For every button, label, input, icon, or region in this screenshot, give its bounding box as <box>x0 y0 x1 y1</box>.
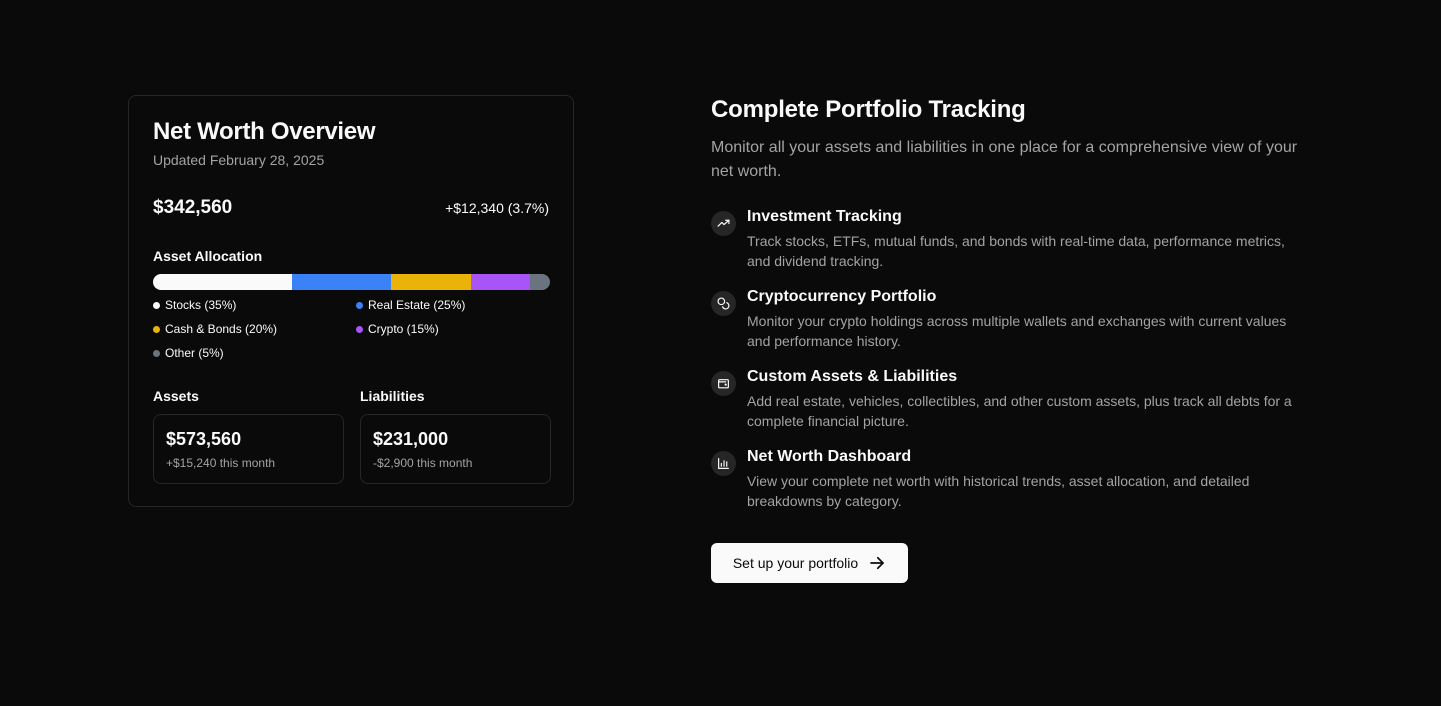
feature-title: Investment Tracking <box>747 208 902 225</box>
assets-label: Assets <box>153 388 199 404</box>
allocation-bar <box>153 274 550 290</box>
net-worth-card: Net Worth Overview Updated February 28, … <box>128 95 574 507</box>
card-title: Net Worth Overview <box>153 118 376 145</box>
wallet-icon <box>711 371 736 396</box>
liabilities-label: Liabilities <box>360 388 425 404</box>
legend-label: Stocks (35%) <box>165 298 237 312</box>
legend-dot <box>153 325 160 333</box>
legend-label: Crypto (15%) <box>368 322 439 336</box>
net-worth-value: $342,560 <box>153 197 233 218</box>
legend-item-stocks: Stocks (35%) <box>153 298 236 312</box>
updated-date: Updated February 28, 2025 <box>153 152 325 168</box>
bar-chart-icon <box>711 451 736 476</box>
section-description: Monitor all your assets and liabilities … <box>711 139 1298 180</box>
arrow-right-icon <box>870 556 884 570</box>
allocation-segment-stocks <box>153 274 292 290</box>
allocation-segment-real-estate <box>291 274 392 290</box>
allocation-segment-crypto <box>470 274 531 290</box>
feature-description: Track stocks, ETFs, mutual funds, and bo… <box>747 233 1285 269</box>
feature-description: View your complete net worth with histor… <box>747 473 1250 509</box>
legend-dot <box>356 301 363 309</box>
legend-dot <box>356 325 363 333</box>
feature-description: Monitor your crypto holdings across mult… <box>747 313 1287 349</box>
assets-box: $573,560 +$15,240 this month <box>153 414 344 484</box>
legend-item-real-estate: Real Estate (25%) <box>356 298 465 312</box>
trending-up-icon <box>711 211 736 236</box>
feature-title: Cryptocurrency Portfolio <box>747 288 937 305</box>
legend-label: Other (5%) <box>165 346 224 360</box>
legend-label: Cash & Bonds (20%) <box>165 322 278 336</box>
setup-portfolio-label: Set up your portfolio <box>732 555 859 571</box>
setup-portfolio-button[interactable]: Set up your portfolio <box>711 543 908 583</box>
feature-title: Custom Assets & Liabilities <box>747 368 958 385</box>
legend-dot <box>153 301 160 309</box>
legend-item-other: Other (5%) <box>153 346 224 360</box>
allocation-segment-other <box>530 274 550 290</box>
liabilities-change: -$2,900 this month <box>373 456 473 470</box>
feature-title: Net Worth Dashboard <box>747 448 912 465</box>
net-worth-change: +$12,340 (3.7%) <box>445 200 549 216</box>
coins-icon <box>711 291 736 316</box>
legend-item-cash-bonds: Cash & Bonds (20%) <box>153 322 277 336</box>
section-title: Complete Portfolio Tracking <box>711 96 1026 123</box>
liabilities-value: $231,000 <box>373 429 449 449</box>
allocation-segment-cash-bonds <box>391 274 471 290</box>
assets-value: $573,560 <box>166 429 242 449</box>
liabilities-box: $231,000 -$2,900 this month <box>360 414 551 484</box>
assets-change: +$15,240 this month <box>166 456 276 470</box>
legend-item-crypto: Crypto (15%) <box>356 322 439 336</box>
legend-label: Real Estate (25%) <box>368 298 466 312</box>
feature-description: Add real estate, vehicles, collectibles,… <box>747 393 1292 429</box>
asset-allocation-label: Asset Allocation <box>153 248 263 264</box>
legend-dot <box>153 349 160 357</box>
